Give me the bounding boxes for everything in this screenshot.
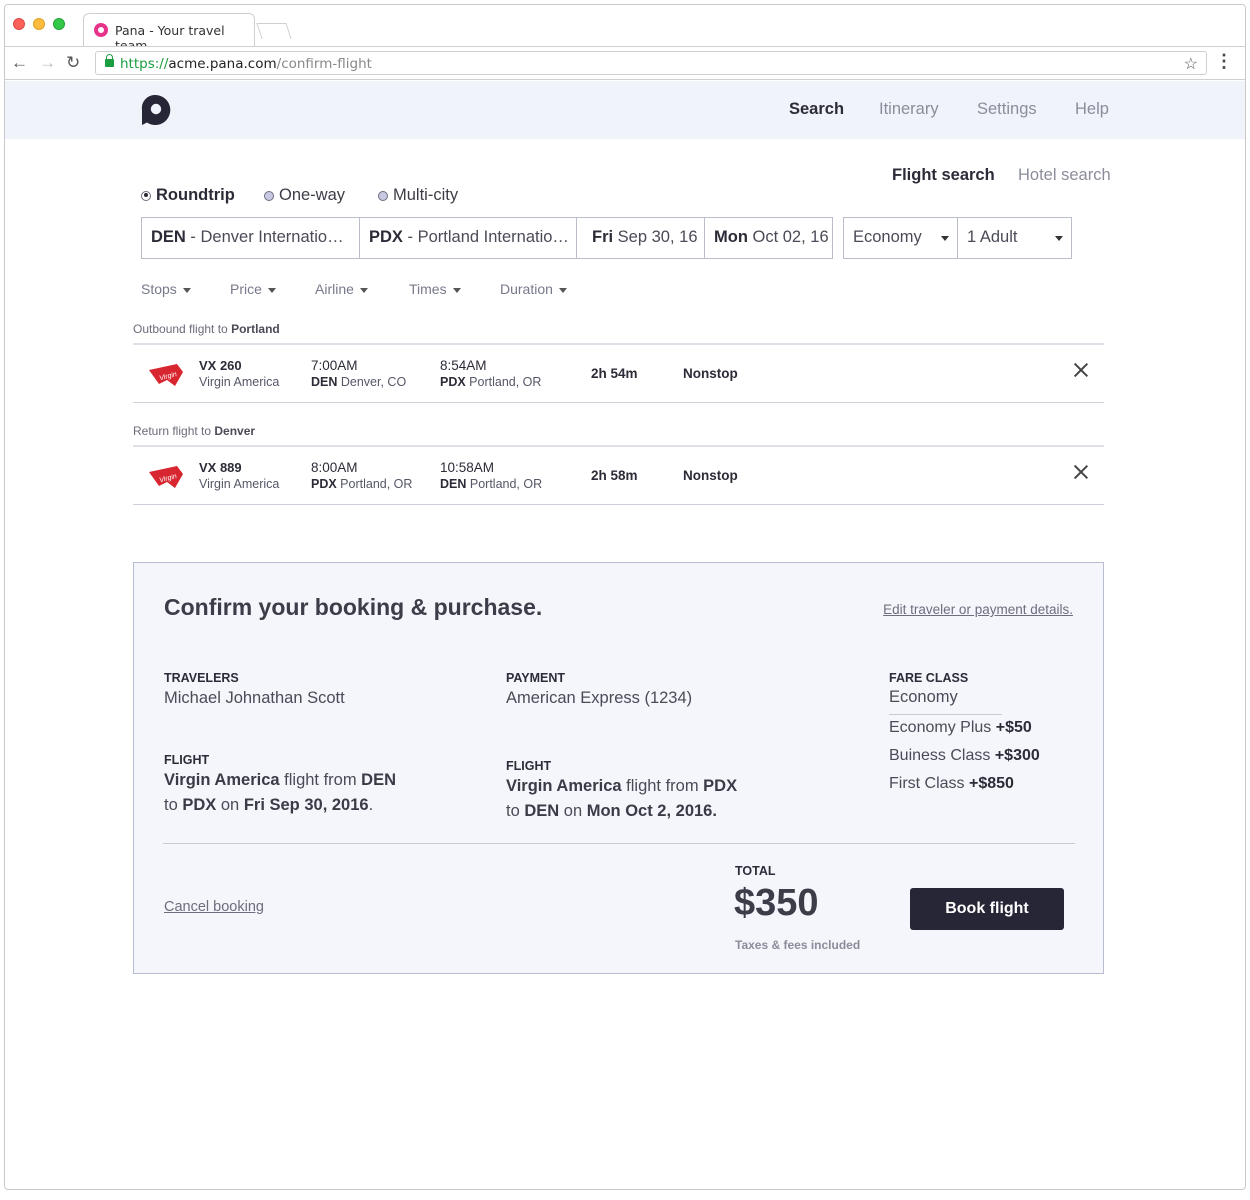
filter-times[interactable]: Times [409, 281, 461, 297]
radio-unchecked-icon[interactable] [264, 190, 274, 201]
traveler-name: Michael Johnathan Scott [164, 689, 345, 707]
filter-stops[interactable]: Stops [141, 281, 191, 297]
confirm-booking-panel: Confirm your booking & purchase. Edit tr… [133, 562, 1104, 974]
route-date-fields: DEN - Denver Internatio… PDX - Portland … [141, 217, 833, 259]
flight-duration: 2h 58m [591, 468, 638, 483]
fare-divider [889, 714, 1002, 715]
nav-search[interactable]: Search [789, 100, 844, 119]
chevron-down-icon [1055, 236, 1063, 241]
tab-flight-search[interactable]: Flight search [892, 166, 995, 185]
address-bar[interactable]: https://acme.pana.com/confirm-flight ☆ [95, 51, 1207, 75]
flight-info: VX 889 Virgin America [199, 460, 280, 491]
url-text: https://acme.pana.com/confirm-flight [120, 56, 372, 72]
nav-itinerary[interactable]: Itinerary [879, 100, 939, 119]
flight-stops: Nonstop [683, 468, 738, 483]
chevron-down-icon [359, 287, 368, 293]
flight2-summary: Virgin America flight from PDX to DEN on … [506, 777, 738, 820]
travelers-label: TRAVELERS [164, 671, 239, 685]
pana-logo-icon[interactable] [139, 94, 171, 126]
total-label: TOTAL [735, 864, 776, 878]
close-window-button[interactable] [13, 18, 25, 30]
close-icon[interactable] [1073, 362, 1089, 378]
cabin-passenger-fields: Economy 1 Adult [843, 217, 1072, 259]
filter-price[interactable]: Price [230, 281, 276, 297]
browser-tab[interactable]: Pana - Your travel team [83, 13, 255, 53]
flight1-summary: Virgin America flight from DEN to PDX on … [164, 771, 397, 814]
radio-checked-icon[interactable] [141, 190, 151, 201]
virgin-america-logo-icon: Virgin [149, 364, 183, 386]
fare-option-economy-plus[interactable]: Economy Plus +$50 [889, 719, 1032, 737]
flight-stops: Nonstop [683, 366, 738, 381]
flight1-label: FLIGHT [164, 753, 210, 767]
payment-label: PAYMENT [506, 671, 566, 685]
total-value: $350 [734, 882, 819, 924]
minimize-window-button[interactable] [33, 18, 45, 30]
back-arrow-icon[interactable]: ← [11, 53, 28, 73]
trip-type-multi-city[interactable]: Multi-city [378, 186, 458, 205]
depart-date-field[interactable]: Fri Sep 30, 16 [577, 218, 705, 258]
nav-help[interactable]: Help [1075, 100, 1109, 119]
destination-field[interactable]: PDX - Portland Internatio… [360, 218, 577, 258]
edit-details-link[interactable]: Edit traveler or payment details. [883, 602, 1073, 617]
fare-class-label: FARE CLASS [889, 671, 969, 685]
close-icon[interactable] [1073, 464, 1089, 480]
passenger-select[interactable]: 1 Adult [958, 218, 1071, 258]
flight-duration: 2h 54m [591, 366, 638, 381]
tax-note: Taxes & fees included [735, 938, 861, 952]
radio-unchecked-icon[interactable] [378, 190, 388, 201]
trip-type-one-way[interactable]: One-way [264, 186, 345, 205]
nav-settings[interactable]: Settings [977, 100, 1037, 119]
arrival-info: 10:58AM DEN Portland, OR [440, 460, 543, 491]
app-header: Search Itinerary Settings Help [5, 81, 1245, 139]
bookmark-star-icon[interactable]: ☆ [1184, 54, 1198, 74]
panel-divider [163, 843, 1075, 844]
filter-airline[interactable]: Airline [315, 281, 368, 297]
flight-info: VX 260 Virgin America [199, 358, 280, 389]
maximize-window-button[interactable] [53, 18, 65, 30]
outbound-flight-row[interactable]: Virgin VX 260 Virgin America 7:00AM DEN De… [133, 343, 1104, 403]
book-flight-button[interactable]: Book flight [910, 888, 1064, 930]
cancel-booking-link[interactable]: Cancel booking [164, 899, 264, 915]
return-label: Return flight to Denver [133, 424, 256, 438]
fare-class-selected[interactable]: Economy [889, 685, 958, 710]
chevron-down-icon [182, 287, 191, 293]
chevron-down-icon [558, 287, 567, 293]
return-date-field[interactable]: Mon Oct 02, 16 [705, 218, 832, 258]
payment-value: American Express (1234) [506, 689, 693, 707]
browser-menu-icon[interactable]: ⋮ [1215, 51, 1233, 72]
origin-field[interactable]: DEN - Denver Internatio… [142, 218, 360, 258]
departure-info: 8:00AM PDX Portland, OR [311, 460, 413, 491]
arrival-info: 8:54AM PDX Portland, OR [440, 358, 542, 389]
tab-hotel-search[interactable]: Hotel search [1018, 166, 1111, 185]
fare-option-first[interactable]: First Class +$850 [889, 775, 1014, 793]
confirm-title: Confirm your booking & purchase. [164, 594, 543, 620]
departure-info: 7:00AM DEN Denver, CO [311, 358, 407, 389]
lock-icon [105, 54, 114, 67]
flight2-label: FLIGHT [506, 759, 552, 773]
trip-type-roundtrip[interactable]: Roundtrip [141, 186, 235, 205]
chevron-down-icon [267, 287, 276, 293]
browser-titlebar: Pana - Your travel team [5, 5, 1245, 53]
chevron-down-icon [941, 236, 949, 241]
pana-favicon-icon [94, 23, 108, 37]
forward-arrow-icon[interactable]: → [39, 53, 56, 73]
chevron-down-icon [452, 287, 461, 293]
outbound-label: Outbound flight to Portland [133, 322, 280, 336]
new-tab-button[interactable] [256, 23, 292, 39]
browser-toolbar: ← → ↻ https://acme.pana.com/confirm-flig… [5, 46, 1245, 80]
filter-duration[interactable]: Duration [500, 281, 567, 297]
virgin-america-logo-icon: Virgin [149, 466, 183, 488]
fare-option-business[interactable]: Buiness Class +$300 [889, 747, 1040, 765]
return-flight-row[interactable]: Virgin VX 889 Virgin America 8:00AM PDX Po… [133, 445, 1104, 505]
cabin-select[interactable]: Economy [844, 218, 958, 258]
reload-icon[interactable]: ↻ [66, 53, 80, 73]
